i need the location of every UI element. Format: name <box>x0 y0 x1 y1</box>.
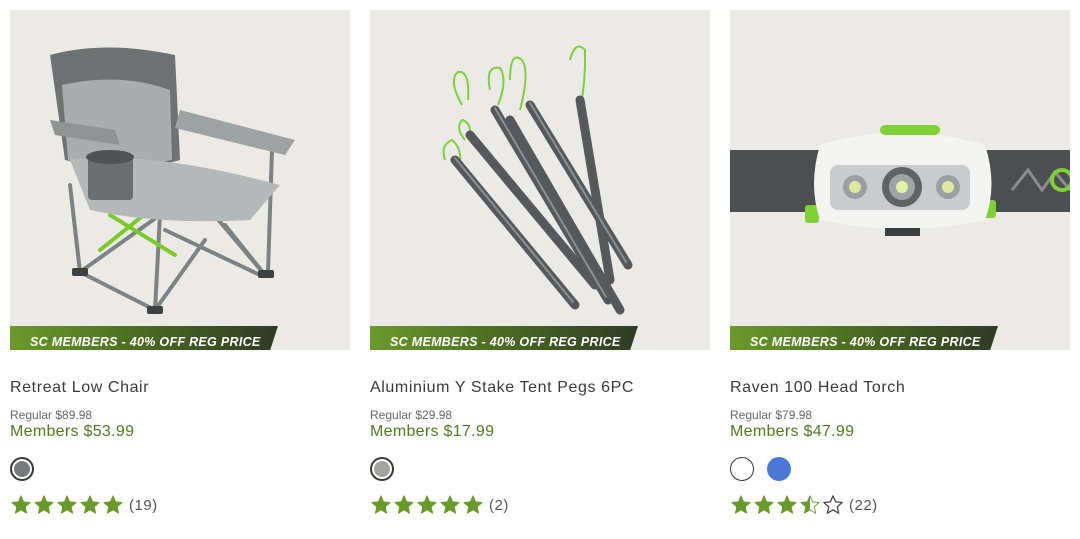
star-full-icon <box>754 495 774 514</box>
star-half-icon <box>800 495 820 514</box>
color-swatch-grey[interactable] <box>10 457 34 481</box>
star-full-icon <box>371 495 391 514</box>
product-image-link[interactable]: SC MEMBERS - 40% OFF REG PRICE <box>10 10 350 350</box>
star-full-icon <box>731 495 751 514</box>
color-swatches <box>730 457 800 485</box>
star-full-icon <box>34 495 54 514</box>
product-name[interactable]: Retreat Low Chair <box>10 379 149 397</box>
members-price: Members $47.99 <box>730 423 855 440</box>
star-full-icon <box>103 495 123 514</box>
star-full-icon <box>463 495 483 514</box>
product-card: SC MEMBERS - 40% OFF REG PRICE Raven 100… <box>730 10 1070 535</box>
product-card: SC MEMBERS - 40% OFF REG PRICE Retreat L… <box>10 10 350 535</box>
star-full-icon <box>57 495 77 514</box>
star-rating: (2) <box>370 493 509 517</box>
product-name[interactable]: Aluminium Y Stake Tent Pegs 6PC <box>370 379 634 397</box>
members-price: Members $17.99 <box>370 423 495 440</box>
regular-price: Regular $29.98 <box>370 408 453 422</box>
star-empty-icon <box>823 495 843 514</box>
product-card: SC MEMBERS - 40% OFF REG PRICE Aluminium… <box>370 10 710 535</box>
members-discount-badge: SC MEMBERS - 40% OFF REG PRICE <box>10 326 278 350</box>
star-rating: (19) <box>10 493 158 517</box>
regular-price: Regular $89.98 <box>10 408 93 422</box>
regular-price: Regular $79.98 <box>730 408 813 422</box>
product-image-link[interactable]: SC MEMBERS - 40% OFF REG PRICE <box>370 10 710 350</box>
head-torch-image <box>730 125 1070 236</box>
review-count[interactable]: (22) <box>849 497 878 514</box>
members-price: Members $53.99 <box>10 423 135 440</box>
color-swatch-white[interactable] <box>730 457 754 481</box>
star-full-icon <box>80 495 100 514</box>
star-full-icon <box>11 495 31 514</box>
star-full-icon <box>417 495 437 514</box>
product-image-link[interactable]: SC MEMBERS - 40% OFF REG PRICE <box>730 10 1070 350</box>
members-discount-badge: SC MEMBERS - 40% OFF REG PRICE <box>730 326 998 350</box>
tent-pegs-image <box>442 45 633 315</box>
star-rating: (22) <box>730 493 878 517</box>
review-count[interactable]: (19) <box>129 497 158 514</box>
review-count[interactable]: (2) <box>489 497 509 514</box>
members-discount-badge: SC MEMBERS - 40% OFF REG PRICE <box>370 326 638 350</box>
color-swatch-blue[interactable] <box>767 457 792 481</box>
star-full-icon <box>394 495 414 514</box>
color-swatches <box>10 457 43 485</box>
star-full-icon <box>440 495 460 514</box>
camping-chair-image <box>50 47 295 314</box>
star-full-icon <box>777 495 797 514</box>
product-grid: SC MEMBERS - 40% OFF REG PRICE Retreat L… <box>0 0 1080 539</box>
color-swatch-grey[interactable] <box>370 457 394 481</box>
product-name[interactable]: Raven 100 Head Torch <box>730 379 905 397</box>
color-swatches <box>370 457 403 485</box>
